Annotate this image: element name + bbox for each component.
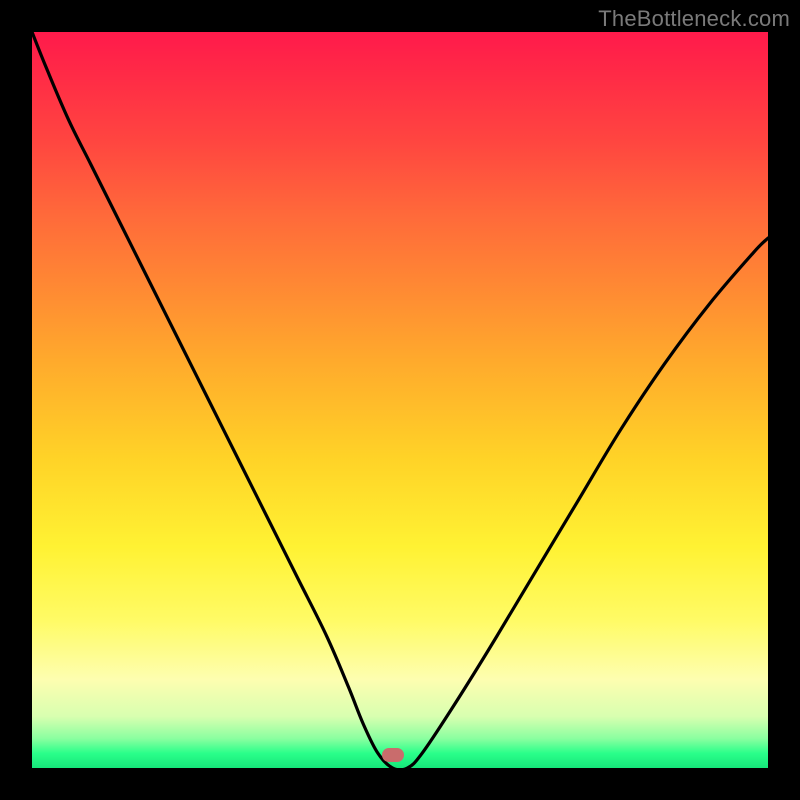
watermark-text: TheBottleneck.com [598,6,790,32]
optimal-marker [382,748,404,762]
chart-frame: TheBottleneck.com [0,0,800,800]
bottleneck-curve [32,32,768,768]
plot-area [32,32,768,768]
